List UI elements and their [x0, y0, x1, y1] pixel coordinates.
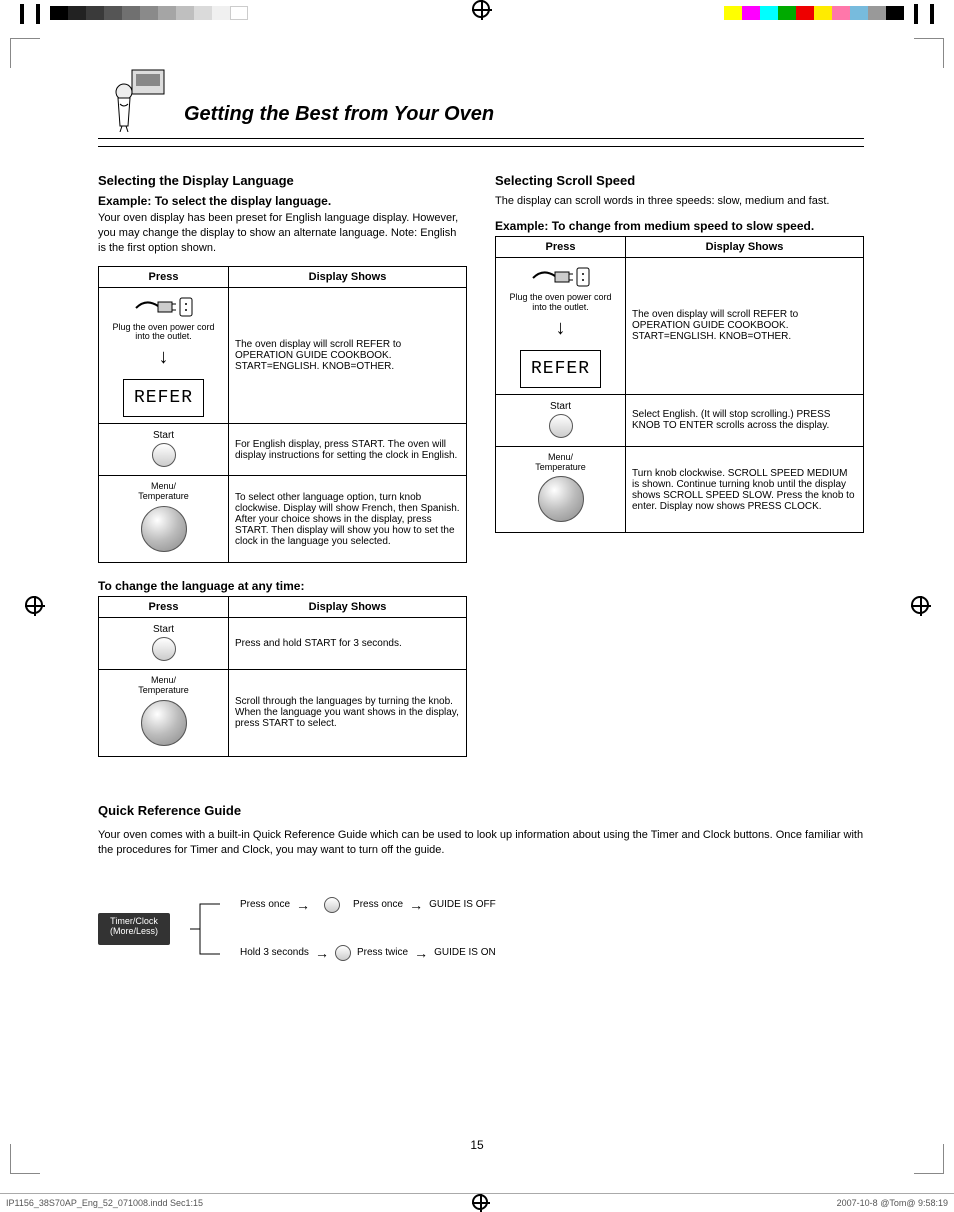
table-cell: Press and hold START for 3 seconds.: [229, 618, 467, 670]
quickref-heading: Quick Reference Guide: [98, 803, 864, 818]
section-paragraph: Your oven display has been preset for En…: [98, 211, 467, 256]
footer-filename: IP1156_38S70AP_Eng_52_071008.indd Sec1:1…: [6, 1198, 203, 1208]
knob-label: Menu/Temperature: [105, 676, 222, 696]
registration-target-icon: [25, 596, 43, 614]
table-cell: Scroll through the languages by turning …: [229, 670, 467, 757]
qr-step-label: Hold 3 seconds: [240, 947, 309, 958]
page-title: Getting the Best from Your Oven: [184, 103, 494, 132]
oven-display: REFER: [520, 350, 601, 388]
qr-result-label: GUIDE IS ON: [434, 947, 496, 958]
knob-icon: [141, 506, 187, 552]
table-cell: Select English. (It will stop scrolling.…: [626, 394, 864, 446]
knob-label: Menu/Temperature: [105, 482, 222, 502]
start-button-label: Start: [105, 430, 222, 441]
section-heading: Selecting the Display Language: [98, 173, 467, 188]
start-button-label: Start: [105, 624, 222, 635]
start-button-icon: [152, 637, 176, 661]
section-subheading: Example: To change from medium speed to …: [495, 219, 864, 233]
arrow-right-icon: →: [414, 945, 428, 961]
qr-step-label: Press once: [353, 899, 403, 910]
section-heading: Selecting Scroll Speed: [495, 173, 864, 188]
grayscale-bar: [50, 6, 248, 20]
table-header: Press: [496, 236, 626, 257]
arrow-right-icon: →: [315, 945, 329, 961]
timer-clock-button-icon: Timer/Clock(More/Less): [98, 913, 170, 945]
quickref-paragraph: Your oven comes with a built-in Quick Re…: [98, 828, 864, 858]
table-header: Display Shows: [626, 236, 864, 257]
quickref-diagram: Timer/Clock(More/Less) Press once → Pres…: [98, 874, 864, 984]
start-button-icon: [324, 897, 340, 913]
table-header: Press: [99, 266, 229, 287]
start-button-icon: [152, 443, 176, 467]
arrow-down-icon: ↓: [105, 346, 222, 369]
section-subheading: To change the language at any time:: [98, 579, 467, 593]
registration-target-icon: [472, 1194, 488, 1210]
start-button-label: Start: [502, 401, 619, 412]
knob-label: Menu/Temperature: [502, 453, 619, 473]
crop-mark: [914, 1144, 944, 1174]
table-cell: To select other language option, turn kn…: [229, 476, 467, 563]
crop-mark: [914, 38, 944, 68]
print-registration-row: [0, 0, 954, 28]
color-bar: [724, 6, 904, 20]
table-header: Display Shows: [229, 597, 467, 618]
arrow-right-icon: →: [409, 897, 423, 913]
plug-outlet-icon: [134, 294, 194, 318]
language-instruction-table: PressDisplay Shows Plug the oven power c…: [98, 266, 467, 564]
plug-caption: Plug the oven power cord into the outlet…: [105, 323, 222, 343]
arrow-right-icon: →: [296, 897, 310, 913]
knob-icon: [538, 476, 584, 522]
table-cell: The oven display will scroll REFER to OP…: [626, 257, 864, 394]
qr-step-label: Press twice: [357, 947, 408, 958]
arrow-down-icon: ↓: [502, 317, 619, 340]
section-subheading: Example: To select the display language.: [98, 194, 467, 208]
plug-caption: Plug the oven power cord into the outlet…: [502, 293, 619, 313]
section-paragraph: The display can scroll words in three sp…: [495, 194, 864, 209]
qr-result-label: GUIDE IS OFF: [429, 899, 496, 910]
registration-target-icon: [472, 0, 490, 18]
table-cell: The oven display will scroll REFER to OP…: [229, 287, 467, 424]
crop-mark: [10, 38, 40, 68]
footer-timestamp: 2007-10-8 @Tom@ 9:58:19: [837, 1198, 948, 1208]
start-button-icon: [549, 414, 573, 438]
crop-mark: [10, 1144, 40, 1174]
knob-icon: [141, 700, 187, 746]
registration-target-icon: [911, 596, 929, 614]
table-header: Press: [99, 597, 229, 618]
table-cell: Turn knob clockwise. SCROLL SPEED MEDIUM…: [626, 446, 864, 533]
table-header: Display Shows: [229, 266, 467, 287]
table-cell: For English display, press START. The ov…: [229, 424, 467, 476]
oven-display: REFER: [123, 379, 204, 417]
language-change-table: PressDisplay Shows Start Press and hold …: [98, 596, 467, 757]
start-button-icon: [335, 945, 351, 961]
plug-outlet-icon: [531, 264, 591, 288]
page-number: 15: [470, 1138, 483, 1152]
qr-step-label: Press once: [240, 899, 290, 910]
chef-illustration-icon: [98, 68, 168, 132]
scroll-speed-table: PressDisplay Shows Plug the oven power c…: [495, 236, 864, 534]
branch-lines-icon: [190, 894, 220, 964]
